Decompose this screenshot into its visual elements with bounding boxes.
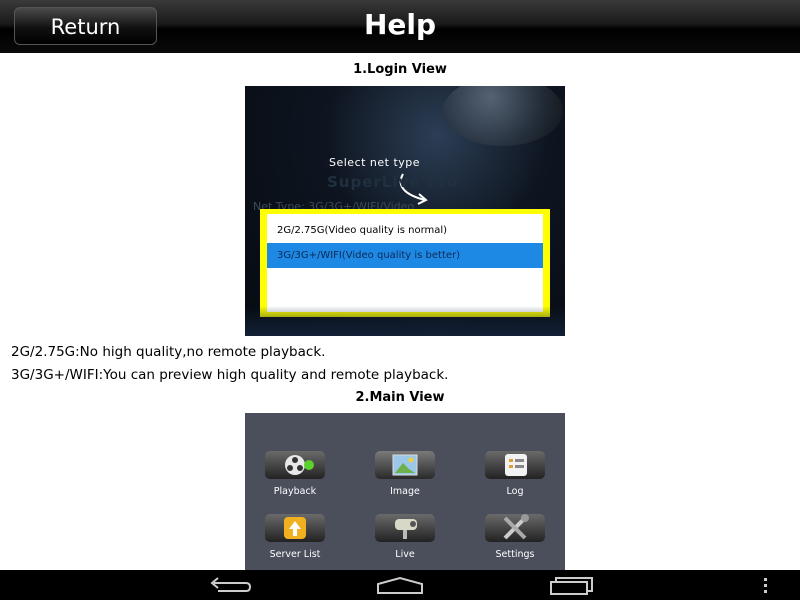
image-icon — [375, 451, 435, 479]
playback-label: Playback — [273, 486, 317, 497]
image-tile: Image — [360, 451, 450, 497]
login-view-heading: 1.Login View — [353, 62, 447, 77]
log-tile: Log — [470, 451, 560, 497]
home-icon[interactable] — [376, 575, 424, 595]
page-title: Help — [363, 8, 437, 41]
live-tile: Live — [360, 514, 450, 560]
tools-icon — [485, 514, 545, 542]
main-view-screenshot: Playback Image Log Server List Live Sett… — [245, 413, 565, 570]
app-brand-text: SuperLive Pro — [327, 173, 459, 191]
live-label: Live — [395, 549, 415, 560]
log-icon — [485, 451, 545, 479]
note-3g: 3G/3G+/WIFI:You can preview high quality… — [11, 367, 449, 383]
back-icon[interactable] — [206, 575, 252, 595]
image-label: Image — [390, 486, 420, 497]
camera-icon — [375, 514, 435, 542]
select-net-type-label: Select net type — [329, 156, 421, 169]
net-type-list: 2G/2.75G(Video quality is normal) 3G/3G+… — [267, 214, 543, 312]
settings-label: Settings — [495, 549, 535, 560]
login-view-screenshot: Select net type SuperLive Pro Net Type: … — [245, 86, 565, 336]
help-content[interactable]: 1.Login View Select net type SuperLive P… — [0, 53, 800, 570]
planet-graphic — [443, 86, 563, 146]
bottom-fade — [245, 306, 565, 336]
server-list-tile: Server List — [250, 514, 340, 560]
main-view-heading: 2.Main View — [355, 390, 445, 405]
title-bar: Return Help — [0, 0, 800, 53]
recent-apps-icon[interactable] — [548, 575, 596, 595]
server-list-label: Server List — [269, 549, 321, 560]
overflow-menu-icon[interactable] — [762, 575, 770, 595]
settings-tile: Settings — [470, 514, 560, 560]
system-nav-bar — [0, 570, 800, 600]
log-label: Log — [506, 486, 524, 497]
note-2g: 2G/2.75G:No high quality,no remote playb… — [11, 344, 326, 360]
net-type-option-2g: 2G/2.75G(Video quality is normal) — [277, 225, 448, 236]
playback-tile: Playback — [250, 451, 340, 497]
net-type-dialog: 2G/2.75G(Video quality is normal) 3G/3G+… — [260, 209, 550, 317]
film-reel-icon — [265, 451, 325, 479]
server-list-icon — [265, 514, 325, 542]
net-type-option-3g: 3G/3G+/WIFI(Video quality is better) — [267, 243, 543, 268]
